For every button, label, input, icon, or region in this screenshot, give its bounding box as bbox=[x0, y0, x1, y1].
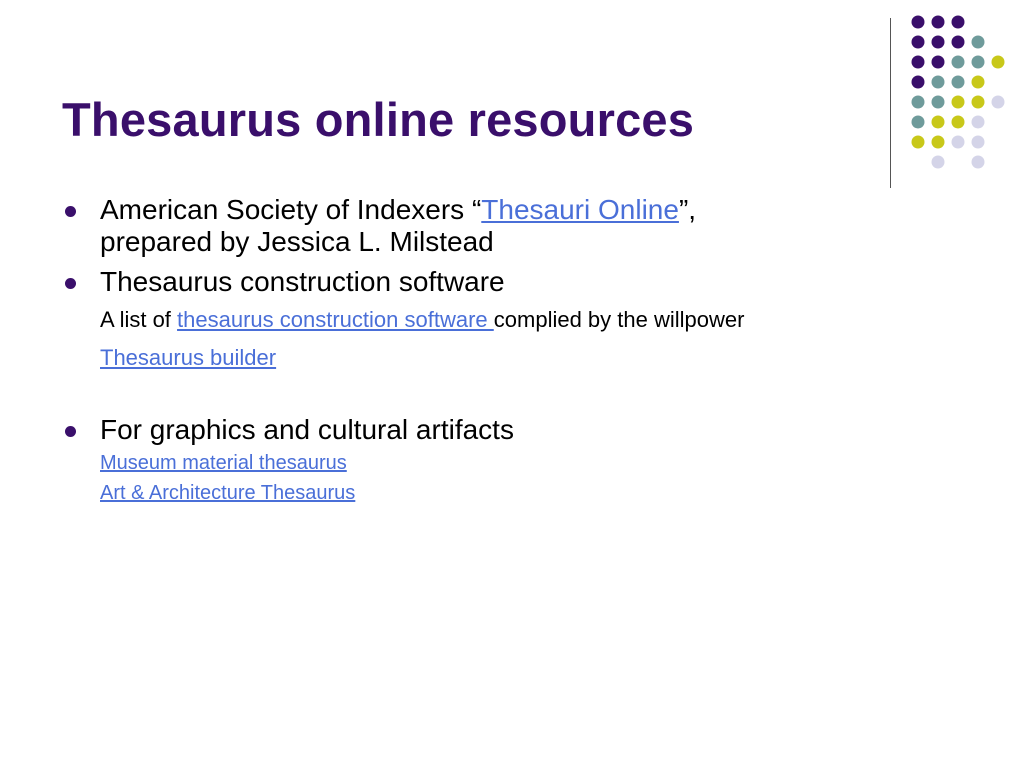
subitem-text-suffix: complied by the willpower bbox=[493, 307, 745, 332]
bullet-text-line2: prepared by Jessica L. Milstead bbox=[100, 226, 494, 257]
subitem-art-architecture: Art & Architecture Thesaurus bbox=[62, 478, 862, 508]
link-thesaurus-builder[interactable]: Thesaurus builder bbox=[100, 345, 276, 370]
bullet-text: For graphics and cultural artifacts bbox=[100, 414, 514, 445]
slide-body: American Society of Indexers “Thesauri O… bbox=[62, 194, 862, 508]
bullet-text-prefix: American Society of Indexers “ bbox=[100, 194, 482, 225]
bullet-graphics-cultural-artifacts: For graphics and cultural artifacts bbox=[62, 414, 862, 446]
bullet-text-suffix: ”, bbox=[678, 194, 697, 225]
bullet-construction-software: Thesaurus construction software bbox=[62, 266, 862, 298]
bullet-dot-icon bbox=[65, 278, 76, 289]
slide: Thesaurus online resources American Soci… bbox=[0, 0, 1024, 768]
subitem-text-prefix: A list of bbox=[100, 307, 178, 332]
link-art-architecture-thesaurus[interactable]: Art & Architecture Thesaurus bbox=[100, 482, 355, 504]
slide-title: Thesaurus online resources bbox=[62, 93, 695, 146]
title-divider-line bbox=[890, 18, 891, 188]
subitem-thesaurus-builder: Thesaurus builder bbox=[62, 344, 862, 372]
link-thesaurus-construction-software[interactable]: thesaurus construction software bbox=[177, 307, 494, 332]
link-thesauri-online[interactable]: Thesauri Online bbox=[481, 194, 679, 225]
bullet-asi-thesauri-online: American Society of Indexers “Thesauri O… bbox=[62, 194, 862, 258]
dot-grid-ornament-icon bbox=[911, 15, 1005, 169]
bullet-dot-icon bbox=[65, 426, 76, 437]
bullet-text: Thesaurus construction software bbox=[100, 266, 505, 297]
link-museum-material-thesaurus[interactable]: Museum material thesaurus bbox=[100, 452, 347, 474]
bullet-dot-icon bbox=[65, 206, 76, 217]
subitem-construction-software-list: A list of thesaurus construction softwar… bbox=[62, 306, 862, 334]
subitem-museum-material: Museum material thesaurus bbox=[62, 448, 862, 478]
